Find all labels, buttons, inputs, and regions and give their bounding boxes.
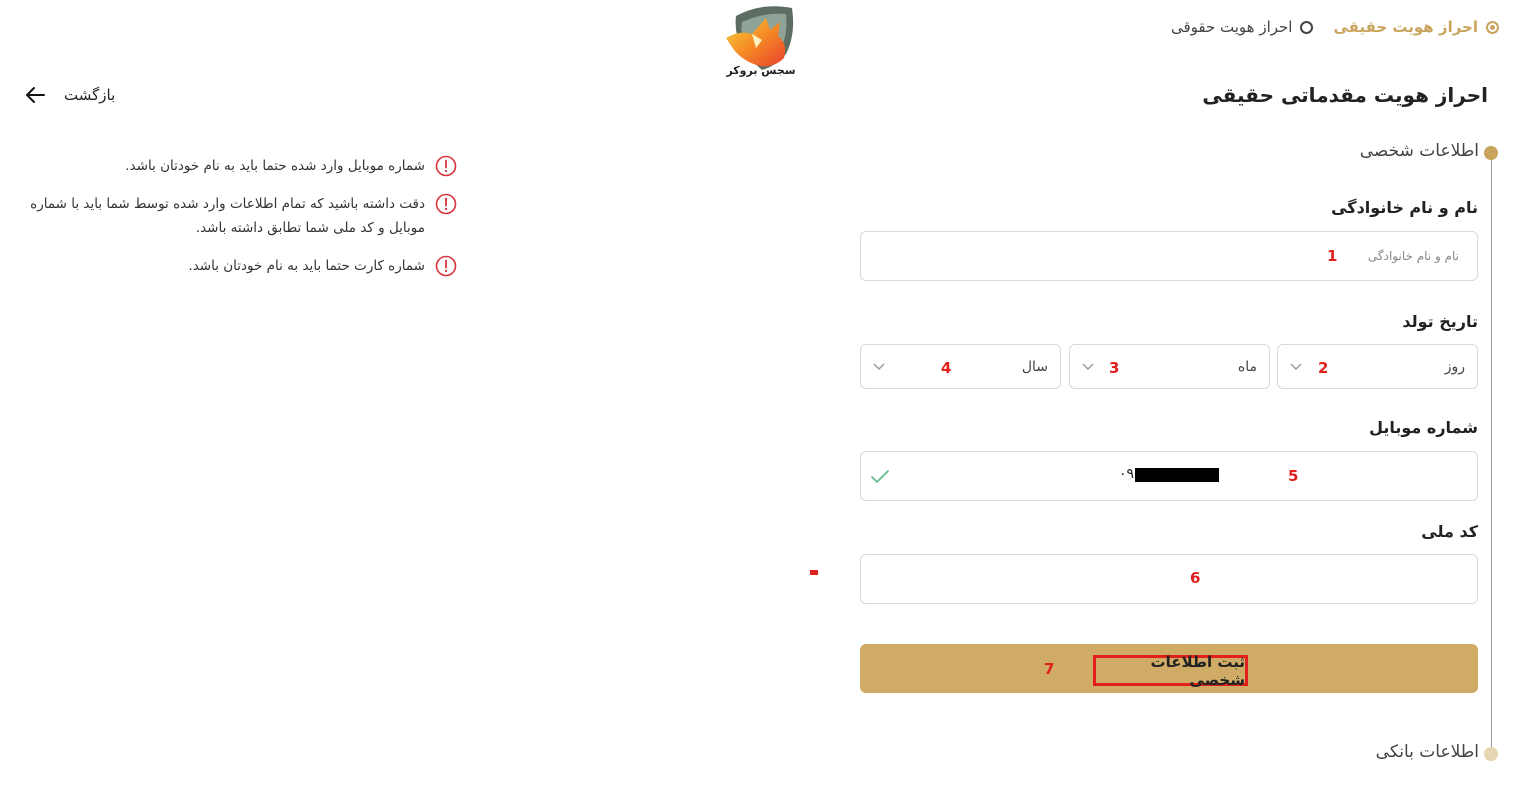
timeline-dot-inactive <box>1484 747 1498 761</box>
section-personal-info: اطلاعات شخصی <box>1359 141 1479 161</box>
red-marker-dash <box>810 570 818 575</box>
marker-4: 4 <box>941 359 952 377</box>
alert-circle-icon <box>435 193 457 215</box>
alert-circle-icon <box>435 155 457 177</box>
birthdate-label: تاریخ تولد <box>1402 312 1478 331</box>
tab-legal-identity[interactable]: احراز هویت حقوقی <box>1171 18 1314 36</box>
birth-month-select[interactable]: ماه <box>1069 344 1270 389</box>
logo-text: سجس بروکر <box>726 64 796 77</box>
marker-6: 6 <box>1190 569 1201 587</box>
identity-type-tabs: احراز هویت حقیقی احراز هویت حقوقی <box>1171 14 1499 40</box>
arrow-left-icon <box>26 87 45 103</box>
national-code-label: کد ملی <box>1421 522 1478 541</box>
timeline-dot-active <box>1484 146 1498 160</box>
mobile-value: ۰۹ <box>1119 466 1135 482</box>
birth-year-value: سال <box>1021 358 1048 375</box>
radio-selected-icon <box>1486 20 1499 34</box>
full-name-field[interactable] <box>860 231 1478 281</box>
timeline-line <box>1491 153 1492 753</box>
radio-empty-icon <box>1300 20 1314 34</box>
birth-year-select[interactable]: سال <box>860 344 1061 389</box>
chevron-down-icon <box>873 363 885 370</box>
note-text: شماره موبایل وارد شده حتما باید به نام خ… <box>125 158 425 174</box>
birth-day-select[interactable]: روز <box>1277 344 1478 389</box>
chevron-down-icon <box>1082 363 1094 370</box>
national-code-field[interactable] <box>860 554 1478 604</box>
note-item: شماره موبایل وارد شده حتما باید به نام خ… <box>2 154 457 178</box>
page-title: احراز هویت مقدماتی حقیقی <box>1202 83 1488 107</box>
full-name-label: نام و نام خانوادگی <box>1331 198 1478 217</box>
marker-5: 5 <box>1288 467 1299 485</box>
note-item: شماره کارت حتما باید به نام خودتان باشد. <box>2 254 457 278</box>
marker-2: 2 <box>1318 359 1329 377</box>
note-text: شماره کارت حتما باید به نام خودتان باشد. <box>188 258 425 274</box>
tab-individual-identity-label: احراز هویت حقیقی <box>1333 18 1478 36</box>
back-link[interactable]: بازگشت <box>24 84 115 106</box>
section-bank-info[interactable]: اطلاعات بانکی <box>1376 742 1479 762</box>
notes-list: شماره موبایل وارد شده حتما باید به نام خ… <box>2 154 457 292</box>
note-item: دقت داشته باشید که تمام اطلاعات وارد شده… <box>2 192 457 240</box>
national-code-input[interactable] <box>861 555 1477 603</box>
marker-1: 1 <box>1327 247 1338 265</box>
mobile-label: شماره موبایل <box>1369 418 1478 437</box>
full-name-input[interactable] <box>861 232 1477 280</box>
check-icon <box>871 470 889 483</box>
chevron-down-icon <box>1290 363 1302 370</box>
marker-3: 3 <box>1109 359 1120 377</box>
tab-legal-identity-label: احراز هویت حقوقی <box>1170 18 1293 36</box>
alert-circle-icon <box>435 255 457 277</box>
marker-7: 7 <box>1044 660 1055 678</box>
tab-individual-identity[interactable]: احراز هویت حقیقی <box>1333 18 1499 36</box>
mobile-redacted-mask <box>1135 468 1219 482</box>
submit-button-label: ثبت اطلاعات شخصی <box>1093 653 1248 689</box>
note-text: دقت داشته باشید که تمام اطلاعات وارد شده… <box>30 196 425 236</box>
back-label: بازگشت <box>64 86 116 104</box>
